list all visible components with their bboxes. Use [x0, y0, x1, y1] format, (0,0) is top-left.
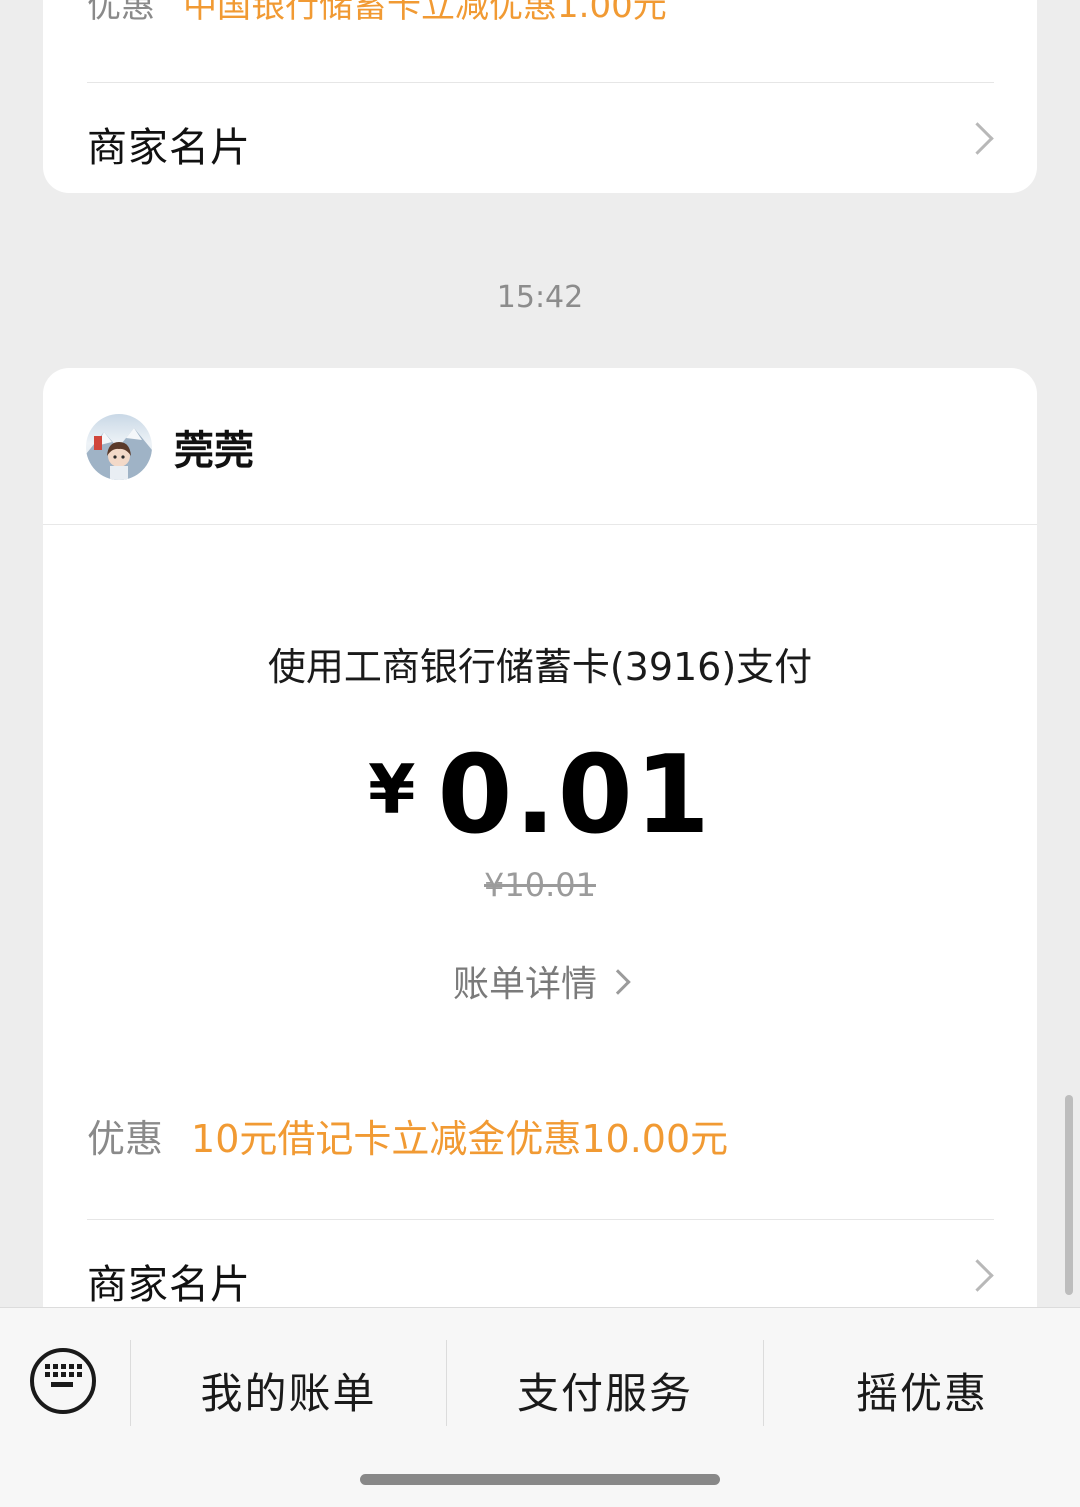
- bottom-menu-bar: 我的账单 支付服务 摇优惠: [0, 1307, 1080, 1507]
- header-divider: [43, 524, 1037, 525]
- chevron-right-icon: [605, 969, 631, 995]
- previous-payment-card: 优惠 中国银行储蓄卡立减优惠1.00元 商家名片: [43, 0, 1037, 193]
- merchant-header[interactable]: 莞莞: [86, 414, 254, 480]
- currency-symbol: ¥: [368, 751, 416, 830]
- menu-item-my-bills[interactable]: 我的账单: [131, 1360, 446, 1421]
- amount-value: 0.01: [437, 733, 712, 858]
- merchant-card-row[interactable]: 商家名片: [43, 83, 1037, 193]
- message-timestamp: 15:42: [496, 280, 584, 315]
- bill-detail-link[interactable]: 账单详情: [43, 955, 1037, 1007]
- chevron-right-icon: [961, 122, 994, 155]
- scrollbar[interactable]: [1065, 1095, 1073, 1295]
- promo-label: 优惠: [87, 1117, 164, 1161]
- promo-text: 10元借记卡立减金优惠10.00元: [191, 1117, 729, 1161]
- promo-text: 中国银行储蓄卡立减优惠1.00元: [183, 0, 667, 26]
- menu-item-payment-services[interactable]: 支付服务: [447, 1360, 763, 1421]
- payment-amount: ¥0.01: [43, 733, 1037, 858]
- original-amount: ¥10.01: [484, 866, 596, 904]
- merchant-card-label: 商家名片: [87, 125, 251, 171]
- merchant-name: 莞莞: [174, 428, 254, 474]
- keyboard-toggle-button[interactable]: [30, 1348, 96, 1414]
- promo-label: 优惠: [87, 0, 155, 26]
- merchant-card-label: 商家名片: [87, 1262, 251, 1308]
- menu-item-shake-discounts[interactable]: 摇优惠: [764, 1360, 1080, 1421]
- bill-detail-label: 账单详情: [452, 964, 597, 1005]
- payment-method-text: 使用工商银行储蓄卡(3916)支付: [267, 645, 813, 689]
- chevron-right-icon: [961, 1259, 994, 1292]
- avatar-illustration-icon: [86, 428, 152, 480]
- home-indicator[interactable]: [360, 1474, 720, 1485]
- promo-row: 优惠 10元借记卡立减金优惠10.00元: [87, 1108, 728, 1163]
- payment-card[interactable]: 莞莞 使用工商银行储蓄卡(3916)支付 ¥0.01 ¥10.01 账单详情 优…: [43, 368, 1037, 1368]
- previous-promo-row: 优惠 中国银行储蓄卡立减优惠1.00元: [87, 0, 667, 27]
- merchant-avatar: [86, 414, 152, 480]
